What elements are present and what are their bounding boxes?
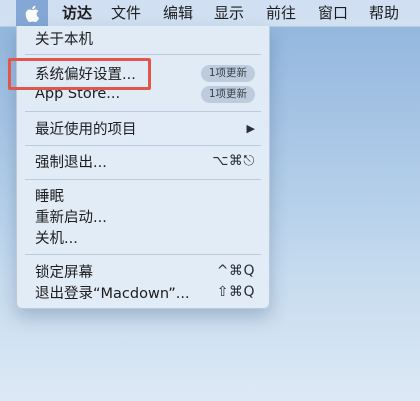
apple-logo-icon: [25, 5, 39, 22]
menu-file[interactable]: 文件: [111, 0, 141, 26]
about-label: 关于本机: [35, 31, 93, 48]
menu-item-lock-screen[interactable]: 锁定屏幕 ^⌘Q: [35, 260, 255, 282]
highlight-annotation-box: [8, 58, 151, 90]
logout-shortcut: ⇧⌘Q: [216, 284, 255, 300]
menu-item-force-quit[interactable]: 强制退出... ⌥⌘⎋: [35, 150, 255, 172]
recent-items-label: 最近使用的项目: [35, 121, 137, 138]
separator: [25, 111, 261, 112]
menu-item-about[interactable]: 关于本机: [35, 27, 255, 49]
separator: [25, 54, 261, 55]
restart-label: 重新启动...: [35, 209, 107, 226]
menu-item-sleep[interactable]: 睡眠: [35, 184, 255, 206]
menu-item-logout[interactable]: 退出登录“Macdown”... ⇧⌘Q: [35, 281, 255, 303]
separator: [25, 179, 261, 180]
sleep-label: 睡眠: [35, 188, 64, 205]
menu-finder[interactable]: 访达: [62, 0, 92, 26]
separator: [25, 254, 261, 255]
force-quit-shortcut: ⌥⌘⎋: [212, 153, 255, 169]
update-badge: 1项更新: [200, 64, 255, 82]
lock-screen-shortcut: ^⌘Q: [216, 263, 255, 279]
menu-go[interactable]: 前往: [266, 0, 296, 26]
menu-window[interactable]: 窗口: [318, 0, 348, 26]
logout-label: 退出登录“Macdown”...: [35, 285, 190, 302]
menu-view[interactable]: 显示: [214, 0, 244, 26]
menu-item-shutdown[interactable]: 关机...: [35, 226, 255, 248]
triangle-right-icon: ▶: [246, 121, 255, 135]
separator: [25, 145, 261, 146]
menu-edit[interactable]: 编辑: [163, 0, 193, 26]
menu-item-recent-items[interactable]: 最近使用的项目 ▶: [35, 117, 255, 139]
menu-help[interactable]: 帮助: [369, 0, 399, 26]
update-badge: 1项更新: [200, 85, 255, 103]
shutdown-label: 关机...: [35, 230, 78, 247]
apple-menu-button[interactable]: [16, 0, 48, 26]
menu-bar: 访达 文件 编辑 显示 前往 窗口 帮助: [0, 0, 420, 27]
lock-screen-label: 锁定屏幕: [35, 264, 93, 281]
menu-item-restart[interactable]: 重新启动...: [35, 205, 255, 227]
force-quit-label: 强制退出...: [35, 154, 107, 171]
